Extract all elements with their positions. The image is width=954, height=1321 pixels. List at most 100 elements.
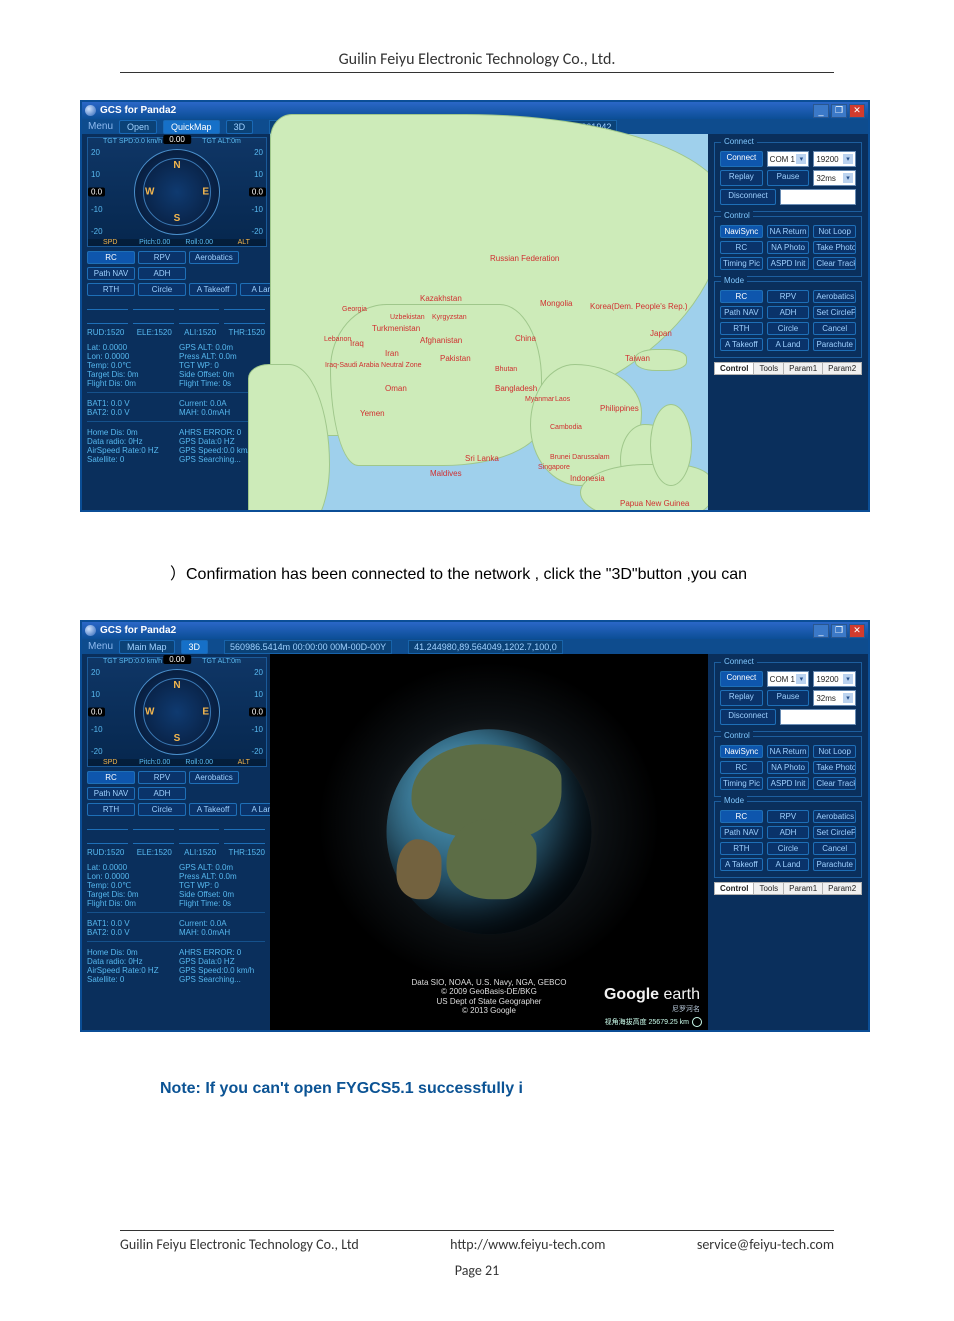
rc-mode-button[interactable]: RC	[87, 251, 135, 264]
map-label: Cambodia	[550, 424, 582, 431]
map-label: Kyrgyzstan	[432, 314, 467, 321]
header-company: Guilin Feiyu Electronic Technology Co., …	[0, 50, 954, 69]
footer-url: http://www.feiyu-tech.com	[450, 1236, 605, 1253]
tab-control[interactable]: Control	[715, 363, 754, 374]
map-label: Pakistan	[440, 354, 471, 363]
map-label: Iraq-Saudi Arabia Neutral Zone	[325, 362, 422, 369]
map-label: Maldives	[430, 469, 462, 478]
right-panel: Connect Connect COM 1▾ 19200▾ Replay Pau…	[708, 134, 868, 510]
rc-ctrl-button[interactable]: RC	[720, 241, 763, 254]
map-label: China	[515, 334, 536, 343]
com-select[interactable]: COM 1▾	[767, 151, 810, 167]
mode-aerobatics-button[interactable]: Aerobatics	[813, 290, 856, 303]
mode-atakeoff-button[interactable]: A Takeoff	[720, 338, 763, 351]
mode-rc-button[interactable]: RC	[720, 290, 763, 303]
right-panel: Connect ConnectCOM 1▾19200▾ ReplayPause3…	[708, 654, 868, 1030]
header-rule	[120, 72, 834, 73]
flight-stats: Lat: 0.0000GPS ALT: 0.0m Lon: 0.0000Pres…	[87, 343, 265, 388]
map-label: Afghanistan	[420, 336, 462, 345]
map-label: Mongolia	[540, 299, 572, 308]
map-credits: Data SIO, NOAA, U.S. Navy, NGA, GEBCO © …	[412, 978, 567, 1016]
take-photo-button[interactable]: Take Photo	[813, 241, 856, 254]
3d-button[interactable]: 3D	[226, 120, 254, 134]
disconnect-button[interactable]: Disconnect	[720, 189, 776, 205]
map-label: Kazakhstan	[420, 294, 462, 303]
map-label: Taiwan	[625, 354, 650, 363]
map-2d[interactable]: Russian Federation Kazakhstan Mongolia C…	[270, 134, 708, 510]
not-loop-button[interactable]: Not Loop	[813, 225, 856, 238]
right-tabs[interactable]: Control Tools Param1 Param2 Route	[714, 882, 862, 895]
window-maximize-button[interactable]: ❐	[831, 104, 847, 118]
navisync-button[interactable]: NaviSync	[720, 225, 763, 238]
menu-item[interactable]: Menu	[88, 121, 113, 132]
pathnav-button[interactable]: Path NAV	[87, 267, 135, 280]
rpv-mode-button[interactable]: RPV	[138, 251, 186, 264]
map-label: Indonesia	[570, 474, 605, 483]
note-text: Note: If you can't open FYGCS5.1 success…	[160, 1080, 523, 1098]
aerobatics-mode-button[interactable]: Aerobatics	[189, 251, 239, 264]
pause-button[interactable]: Pause	[767, 170, 810, 186]
rth-button[interactable]: RTH	[87, 283, 135, 296]
gauge-footer: SPDPitch:0.00Roll:0.00ALT	[88, 239, 266, 246]
adh-button[interactable]: ADH	[138, 267, 186, 280]
mode-cancel-button[interactable]: Cancel	[813, 322, 856, 335]
right-tabs[interactable]: Control Tools Param1 Param2 Route	[714, 362, 862, 375]
mode-adh-button[interactable]: ADH	[767, 306, 810, 319]
globe	[387, 729, 592, 934]
footer-page: Page 21	[0, 1262, 954, 1279]
map-label: Yemen	[360, 409, 385, 418]
a-takeoff-button[interactable]: A Takeoff	[189, 283, 237, 296]
aspd-init-button[interactable]: ASPD Init	[767, 257, 810, 270]
mode-setcirclep-button[interactable]: Set CircleP	[813, 306, 856, 319]
alt-value: 0.0	[249, 188, 266, 197]
map-label: Sri Lanka	[465, 454, 499, 463]
link-stats: Home Dis: 0mAHRS ERROR: 0 Data radio: 0H…	[87, 428, 265, 464]
tab-tools[interactable]: Tools	[754, 363, 784, 374]
mode-parachute-button[interactable]: Parachute	[813, 338, 856, 351]
mainmap-button[interactable]: Main Map	[119, 640, 175, 654]
graph-slots	[87, 301, 265, 310]
connect-button[interactable]: Connect	[720, 151, 763, 167]
tab-param2[interactable]: Param2	[823, 363, 862, 374]
na-photo-button[interactable]: NA Photo	[767, 241, 810, 254]
map-label: Oman	[385, 384, 407, 393]
mode-rpv-button[interactable]: RPV	[767, 290, 810, 303]
window-title: GCS for Panda2	[100, 625, 811, 636]
replay-button[interactable]: Replay	[720, 170, 763, 186]
map-label: Russian Federation	[490, 254, 559, 263]
clear-track-button[interactable]: Clear Track	[813, 257, 856, 270]
window-minimize-button[interactable]: _	[813, 624, 829, 638]
na-return-button[interactable]: NA Return	[767, 225, 810, 238]
mode-rth-button[interactable]: RTH	[720, 322, 763, 335]
map-3d[interactable]: Data SIO, NOAA, U.S. Navy, NGA, GEBCO © …	[270, 654, 708, 1030]
map-label: Georgia	[342, 306, 367, 313]
menu-item[interactable]: Menu	[88, 641, 113, 652]
control-group: Control NaviSync NA Return Not Loop RC N…	[714, 216, 862, 277]
tab-param1[interactable]: Param1	[784, 363, 823, 374]
circle-button[interactable]: Circle	[138, 283, 186, 296]
window-minimize-button[interactable]: _	[813, 104, 829, 118]
map-label: Bhutan	[495, 366, 517, 373]
timing-pic-button[interactable]: Timing Pic	[720, 257, 763, 270]
mode-circle-button[interactable]: Circle	[767, 322, 810, 335]
map-label: Laos	[555, 396, 570, 403]
compass-dial: N S W E	[134, 149, 220, 235]
window-maximize-button[interactable]: ❐	[831, 624, 847, 638]
interval-select[interactable]: 32ms▾	[813, 170, 856, 186]
tab-route[interactable]: Route	[862, 363, 870, 374]
map-label: Lebanon	[324, 336, 351, 343]
screenshot-2d: GCS for Panda2 _ ❐ ✕ Menu Open QuickMap …	[80, 100, 870, 512]
connect-group: Connect Connect COM 1▾ 19200▾ Replay Pau…	[714, 142, 862, 212]
baud-select[interactable]: 19200▾	[813, 151, 856, 167]
open-button[interactable]: Open	[119, 120, 157, 134]
quickmap-button[interactable]: QuickMap	[163, 120, 220, 134]
3d-button[interactable]: 3D	[181, 640, 209, 654]
map-label: Brunei Darussalam	[550, 454, 610, 461]
window-close-button[interactable]: ✕	[849, 624, 865, 638]
map-label: Turkmenistan	[372, 324, 420, 333]
mode-group: Mode RC RPV Aerobatics Path NAV ADH Set …	[714, 281, 862, 358]
mode-pathnav-button[interactable]: Path NAV	[720, 306, 763, 319]
mode-aland-button[interactable]: A Land	[767, 338, 810, 351]
menu-bar: Menu Main Map 3D 560986.5414m 00:00:00 0…	[82, 639, 868, 654]
window-close-button[interactable]: ✕	[849, 104, 865, 118]
